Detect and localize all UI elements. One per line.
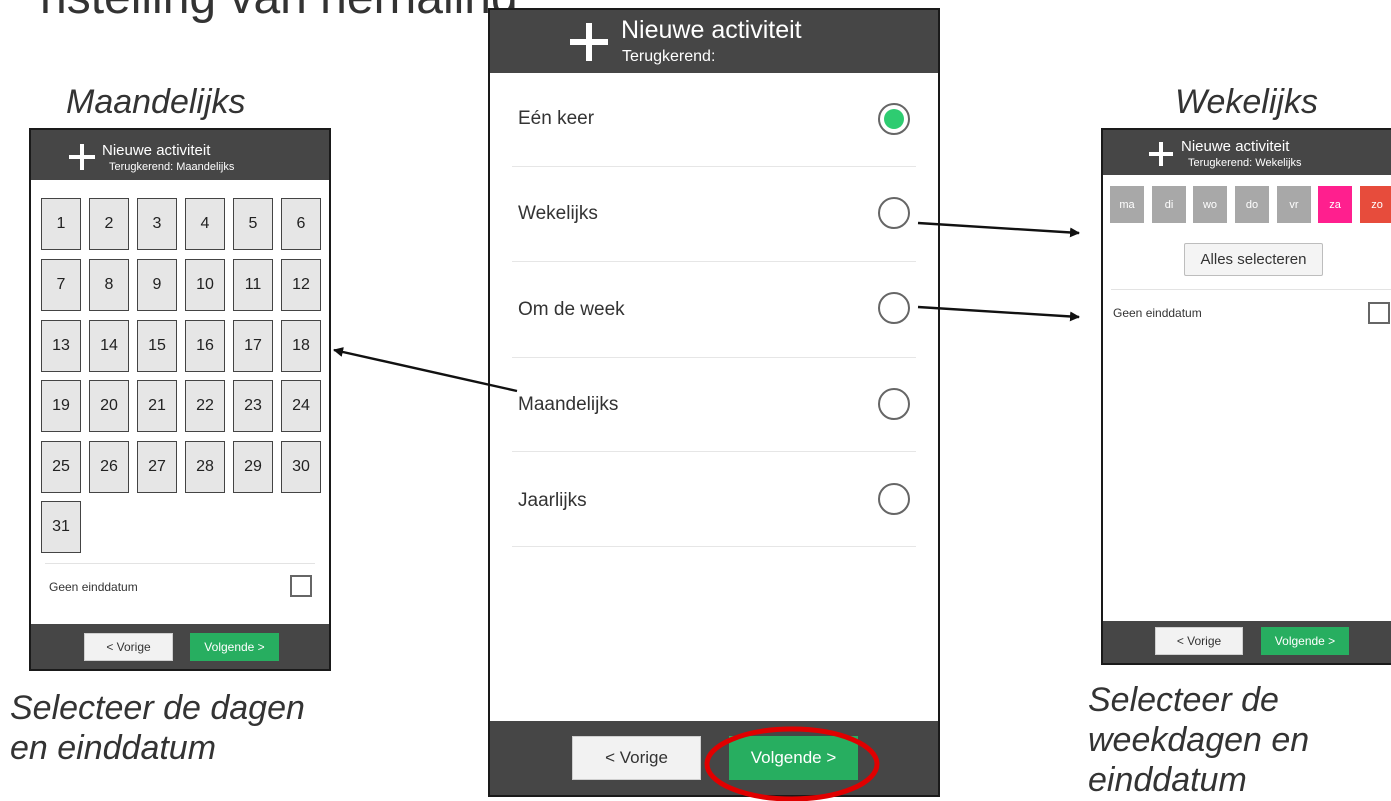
caption-wekelijks: Wekelijks [1175,83,1318,121]
weekday-toggle[interactable]: di [1152,186,1186,223]
day-cell[interactable]: 24 [281,380,321,432]
day-cell[interactable]: 28 [185,441,225,493]
day-cell[interactable]: 17 [233,320,273,372]
caption-line: en einddatum [10,729,217,768]
day-cell[interactable]: 18 [281,320,321,372]
arrow-to-weekly [917,221,1080,238]
prev-button[interactable]: < Vorige [572,736,701,780]
day-cell[interactable]: 27 [137,441,177,493]
option-label: Maandelijks [518,394,619,415]
header-title: Nieuwe activiteit [1181,138,1290,155]
day-cell[interactable]: 10 [185,259,225,311]
day-cell[interactable]: 4 [185,198,225,250]
day-cell[interactable]: 14 [89,320,129,372]
radio-icon[interactable] [878,292,910,324]
day-cell[interactable]: 31 [41,501,81,553]
caption-line: einddatum [1088,761,1247,800]
day-cell[interactable]: 11 [233,259,273,311]
slide-title: nstelling van herhaling [40,0,518,25]
weekday-row: ma di wo do vr za zo [1103,175,1391,233]
center-footer: < Vorige Volgende > [490,721,938,795]
radio-selected-icon[interactable] [878,103,910,135]
header-title: Nieuwe activiteit [102,142,211,159]
divider [1111,289,1391,290]
prev-button[interactable]: < Vorige [84,633,173,661]
weekly-screen: Nieuwe activiteit Terugkerend: Wekelijks… [1101,128,1391,665]
day-cell[interactable]: 30 [281,441,321,493]
day-cell[interactable]: 3 [137,198,177,250]
option-label: Eén keer [518,108,595,129]
monthly-header: Nieuwe activiteit Terugkerend: Maandelij… [31,130,329,180]
no-end-date-label: Geen einddatum [1113,306,1202,320]
divider [45,563,315,564]
option-maandelijks[interactable]: Maandelijks [512,358,916,452]
day-cell[interactable]: 8 [89,259,129,311]
option-label: Jaarlijks [518,490,587,511]
option-label: Om de week [518,299,625,320]
select-all-button[interactable]: Alles selecteren [1184,243,1323,276]
next-button[interactable]: Volgende > [190,633,279,661]
day-cell[interactable]: 5 [233,198,273,250]
header-title: Nieuwe activiteit [621,16,802,44]
day-cell[interactable]: 26 [89,441,129,493]
day-cell[interactable]: 1 [41,198,81,250]
day-cell[interactable]: 7 [41,259,81,311]
caption-line: Selecteer de [1088,681,1279,719]
header-subtitle: Terugkerend: Maandelijks [109,161,235,173]
weekday-toggle[interactable]: zo [1360,186,1391,223]
day-cell[interactable]: 16 [185,320,225,372]
weekday-toggle[interactable]: za [1318,186,1352,223]
day-cell[interactable]: 19 [41,380,81,432]
next-button[interactable]: Volgende > [1261,627,1349,655]
day-cell[interactable]: 15 [137,320,177,372]
day-cell[interactable]: 12 [281,259,321,311]
next-button[interactable]: Volgende > [729,736,858,780]
day-cell[interactable]: 20 [89,380,129,432]
monthly-footer: < Vorige Volgende > [31,624,329,669]
weekday-toggle[interactable]: ma [1110,186,1144,223]
caption-maandelijks: Maandelijks [66,83,246,121]
plus-icon[interactable] [69,144,95,170]
option-wekelijks[interactable]: Wekelijks [512,167,916,262]
plus-icon[interactable] [1149,142,1173,166]
option-jaarlijks[interactable]: Jaarlijks [512,452,916,547]
caption-left-bottom: Selecteer de dagen en einddatum [10,688,305,768]
weekly-header: Nieuwe activiteit Terugkerend: Wekelijks [1103,130,1391,175]
radio-icon[interactable] [878,483,910,515]
header-subtitle: Terugkerend: [622,48,716,65]
day-cell[interactable]: 2 [89,198,129,250]
radio-icon[interactable] [878,197,910,229]
day-cell[interactable]: 29 [233,441,273,493]
prev-button[interactable]: < Vorige [1155,627,1243,655]
plus-icon[interactable] [570,23,608,61]
no-end-date-checkbox[interactable] [1368,302,1390,324]
day-cell[interactable]: 23 [233,380,273,432]
radio-icon[interactable] [878,388,910,420]
caption-line: Selecteer de dagen [10,689,305,727]
day-cell[interactable]: 25 [41,441,81,493]
day-cell[interactable]: 22 [185,380,225,432]
weekday-toggle[interactable]: do [1235,186,1269,223]
monthly-screen: Nieuwe activiteit Terugkerend: Maandelij… [29,128,331,671]
option-label: Wekelijks [518,203,598,224]
caption-right-bottom: Selecteer de weekdagen en einddatum [1088,680,1309,800]
center-screen: Nieuwe activiteit Terugkerend: Eén keer … [488,8,940,797]
day-cell[interactable]: 6 [281,198,321,250]
caption-line: weekdagen en [1088,721,1310,760]
day-cell[interactable]: 13 [41,320,81,372]
no-end-date-checkbox[interactable] [290,575,312,597]
arrow-to-weekly-2 [917,305,1080,322]
weekly-footer: < Vorige Volgende > [1103,621,1391,663]
option-om-de-week[interactable]: Om de week [512,262,916,358]
header-subtitle: Terugkerend: Wekelijks [1188,157,1302,169]
weekday-toggle[interactable]: vr [1277,186,1311,223]
center-header: Nieuwe activiteit Terugkerend: [490,10,938,73]
weekday-toggle[interactable]: wo [1193,186,1227,223]
no-end-date-label: Geen einddatum [49,580,138,594]
day-cell[interactable]: 21 [137,380,177,432]
day-cell[interactable]: 9 [137,259,177,311]
option-een-keer[interactable]: Eén keer [512,73,916,167]
